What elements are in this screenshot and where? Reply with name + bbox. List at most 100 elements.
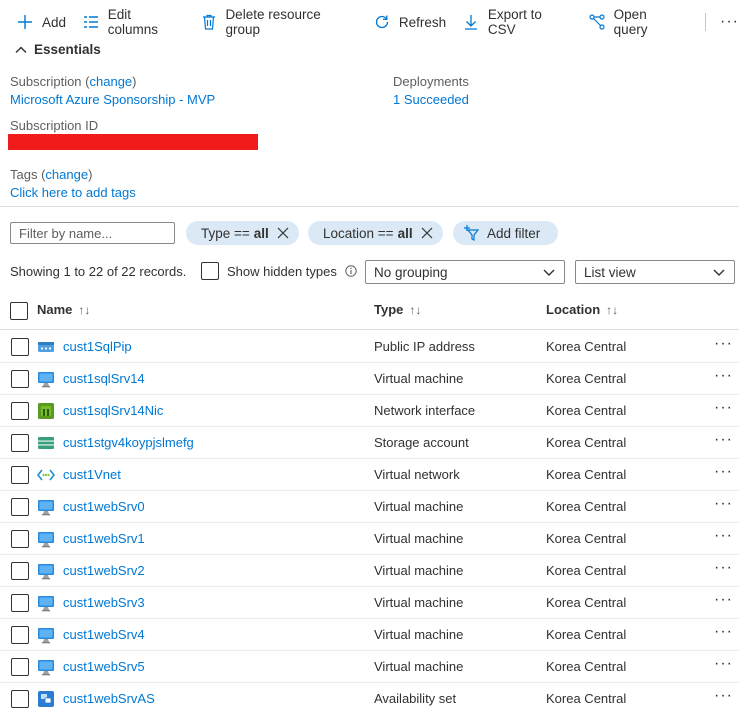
table-row[interactable]: cust1Vnet Virtual network Korea Central ··· (0, 459, 739, 491)
resource-name-link[interactable]: cust1webSrvAS (63, 691, 155, 706)
resource-name-link[interactable]: cust1SqlPip (63, 339, 132, 354)
delete-resource-group-button[interactable]: Delete resource group (200, 0, 357, 44)
row-checkbox[interactable] (11, 370, 29, 388)
tags-label-row: Tags (change) (10, 167, 93, 182)
refresh-icon (373, 13, 391, 31)
column-header-name-label: Name (37, 302, 73, 317)
column-header-location[interactable]: Location ↑↓ (546, 302, 618, 317)
subscription-change-link[interactable]: change (90, 74, 133, 89)
resource-name-link[interactable]: cust1webSrv3 (63, 595, 145, 610)
resource-name-link[interactable]: cust1webSrv5 (63, 659, 145, 674)
more-icon[interactable]: ··· (714, 591, 733, 609)
location-filter-pill[interactable]: Location == all (308, 221, 443, 245)
deployments-block: Deployments 1 Succeeded (393, 73, 469, 109)
column-header-type[interactable]: Type ↑↓ (374, 302, 421, 317)
resource-name-link[interactable]: cust1stgv4koypjslmefg (63, 435, 194, 450)
resource-name-link[interactable]: cust1webSrv2 (63, 563, 145, 578)
table-row[interactable]: cust1sqlSrv14 Virtual machine Korea Centra… (0, 363, 739, 395)
grouping-value: No grouping (374, 264, 448, 280)
essentials-toggle[interactable]: Essentials (14, 42, 101, 57)
essentials-divider (0, 206, 739, 207)
edit-columns-label: Edit columns (107, 7, 159, 37)
plus-icon (16, 13, 34, 31)
resource-name-link[interactable]: cust1sqlSrv14Nic (63, 403, 163, 418)
edit-columns-button[interactable]: Edit columns (82, 0, 184, 44)
resource-name-link[interactable]: cust1webSrv4 (63, 627, 145, 642)
show-hidden-types[interactable]: Show hidden types (201, 262, 357, 280)
open-query-button[interactable]: Open query (588, 0, 683, 44)
chevron-down-icon (542, 265, 556, 279)
column-header-name[interactable]: Name ↑↓ (37, 302, 90, 317)
resource-name-link[interactable]: cust1webSrv0 (63, 499, 145, 514)
resource-name-link[interactable]: cust1Vnet (63, 467, 121, 482)
row-checkbox[interactable] (11, 690, 29, 708)
resource-type: Storage account (374, 435, 469, 450)
vm-icon (37, 562, 55, 580)
table-row[interactable]: cust1stgv4koypjslmefg Storage account Kore… (0, 427, 739, 459)
more-icon[interactable]: ··· (714, 463, 733, 481)
add-filter-button[interactable]: Add filter (453, 221, 559, 245)
more-icon[interactable]: ··· (720, 13, 739, 31)
resource-location: Korea Central (546, 371, 627, 386)
row-checkbox[interactable] (11, 658, 29, 676)
toolbar-divider (705, 13, 707, 31)
table-row[interactable]: cust1webSrv2 Virtual machine Korea Central… (0, 555, 739, 587)
more-icon[interactable]: ··· (714, 431, 733, 449)
more-icon[interactable]: ··· (714, 687, 733, 705)
more-icon[interactable]: ··· (714, 335, 733, 353)
row-checkbox[interactable] (11, 594, 29, 612)
subscription-id-block: Subscription ID (10, 117, 98, 135)
more-icon[interactable]: ··· (714, 495, 733, 513)
row-checkbox[interactable] (11, 626, 29, 644)
row-checkbox[interactable] (11, 498, 29, 516)
sort-icon[interactable]: ↑↓ (606, 303, 618, 317)
row-checkbox[interactable] (11, 434, 29, 452)
more-icon[interactable]: ··· (714, 399, 733, 417)
table-row[interactable]: cust1webSrv1 Virtual machine Korea Central… (0, 523, 739, 555)
subscription-value-link[interactable]: Microsoft Azure Sponsorship - MVP (10, 91, 215, 109)
location-filter-prefix: Location == (323, 225, 394, 241)
export-csv-button[interactable]: Export to CSV (462, 0, 572, 44)
close-icon[interactable] (277, 227, 289, 239)
select-all-checkbox[interactable] (10, 302, 28, 320)
deployments-value-link[interactable]: 1 Succeeded (393, 91, 469, 109)
table-row[interactable]: cust1webSrvAS Availability set Korea Centr… (0, 683, 739, 712)
view-dropdown[interactable]: List view (575, 260, 735, 284)
more-icon[interactable]: ··· (714, 655, 733, 673)
resource-location: Korea Central (546, 691, 627, 706)
row-checkbox[interactable] (11, 338, 29, 356)
resource-name-link[interactable]: cust1sqlSrv14 (63, 371, 145, 386)
row-checkbox[interactable] (11, 466, 29, 484)
table-header-divider (0, 329, 739, 330)
more-icon[interactable]: ··· (714, 623, 733, 641)
resource-location: Korea Central (546, 563, 627, 578)
tags-change-link[interactable]: change (45, 167, 88, 182)
table-row[interactable]: cust1webSrv5 Virtual machine Korea Central… (0, 651, 739, 683)
more-icon[interactable]: ··· (714, 559, 733, 577)
grouping-dropdown[interactable]: No grouping (365, 260, 565, 284)
close-icon[interactable] (421, 227, 433, 239)
add-filter-label: Add filter (487, 225, 541, 241)
table-row[interactable]: cust1sqlSrv14Nic Network interface Korea C… (0, 395, 739, 427)
filter-by-name-input[interactable] (10, 222, 175, 244)
sort-icon[interactable]: ↑↓ (409, 303, 421, 317)
type-filter-pill[interactable]: Type == all (186, 221, 299, 245)
row-checkbox[interactable] (11, 562, 29, 580)
row-checkbox[interactable] (11, 402, 29, 420)
info-icon[interactable] (345, 265, 357, 277)
resource-name-link[interactable]: cust1webSrv1 (63, 531, 145, 546)
add-button[interactable]: Add (16, 0, 66, 44)
table-row[interactable]: cust1SqlPip Public IP address Korea Centra… (0, 331, 739, 363)
sort-icon[interactable]: ↑↓ (78, 303, 90, 317)
location-filter-value: all (397, 225, 413, 241)
show-hidden-types-checkbox[interactable] (201, 262, 219, 280)
add-tags-link[interactable]: Click here to add tags (10, 184, 136, 202)
refresh-button[interactable]: Refresh (373, 0, 446, 44)
table-row[interactable]: cust1webSrv0 Virtual machine Korea Central… (0, 491, 739, 523)
more-icon[interactable]: ··· (714, 527, 733, 545)
table-row[interactable]: cust1webSrv4 Virtual machine Korea Central… (0, 619, 739, 651)
table-row[interactable]: cust1webSrv3 Virtual machine Korea Central… (0, 587, 739, 619)
type-filter-value: all (253, 225, 269, 241)
row-checkbox[interactable] (11, 530, 29, 548)
more-icon[interactable]: ··· (714, 367, 733, 385)
